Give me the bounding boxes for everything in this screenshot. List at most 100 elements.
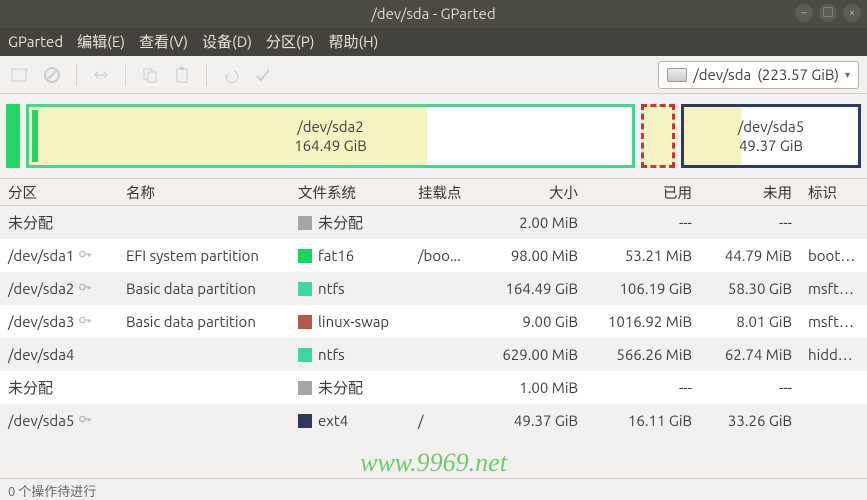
fs-type: ntfs bbox=[318, 280, 345, 297]
size-cell: 1.00 MiB bbox=[478, 379, 586, 396]
partition-name: /dev/sda4 bbox=[8, 346, 74, 363]
flags-cell: hidden, diag bbox=[800, 346, 867, 363]
disk-icon bbox=[667, 68, 687, 82]
device-selector[interactable]: /dev/sda (223.57 GiB) ▾ bbox=[658, 61, 859, 89]
fs-type: fat16 bbox=[318, 247, 354, 264]
fs-type: ntfs bbox=[318, 346, 345, 363]
col-name[interactable]: 名称 bbox=[118, 182, 290, 203]
col-unused[interactable]: 未用 bbox=[700, 182, 800, 203]
used-cell: 566.26 MiB bbox=[586, 346, 700, 363]
fs-color-swatch bbox=[298, 414, 312, 428]
graph-partition-swap[interactable] bbox=[641, 104, 675, 168]
unused-cell: --- bbox=[700, 379, 800, 396]
toolbar: + /dev/sda (223.57 GiB) ▾ bbox=[0, 56, 867, 94]
fs-color-swatch bbox=[298, 348, 312, 362]
used-cell: 1016.92 MiB bbox=[586, 313, 700, 330]
size-cell: 98.00 MiB bbox=[478, 247, 586, 264]
col-mount[interactable]: 挂载点 bbox=[410, 182, 478, 203]
window-title: /dev/sda - GParted bbox=[371, 5, 495, 22]
flags-cell: boot, esp bbox=[800, 247, 867, 264]
fs-color-swatch bbox=[298, 315, 312, 329]
mount-point: /boo... bbox=[410, 247, 478, 264]
graph-small-prefix[interactable] bbox=[6, 104, 20, 168]
lock-key-icon bbox=[78, 247, 92, 264]
fs-type: linux-swap bbox=[318, 313, 389, 330]
used-cell: 16.11 GiB bbox=[586, 412, 700, 429]
close-button[interactable]: × bbox=[843, 4, 861, 22]
resize-button[interactable] bbox=[89, 63, 113, 87]
size-cell: 49.37 GiB bbox=[478, 412, 586, 429]
table-header: 分区 名称 文件系统 挂载点 大小 已用 未用 标识 bbox=[0, 178, 867, 206]
table-row[interactable]: /dev/sda4ntfs629.00 MiB566.26 MiB62.74 M… bbox=[0, 338, 867, 371]
menu-partition[interactable]: 分区(P) bbox=[266, 28, 314, 56]
menu-help[interactable]: 帮助(H) bbox=[328, 28, 378, 56]
unused-cell: 44.79 MiB bbox=[700, 247, 800, 264]
col-flags[interactable]: 标识 bbox=[800, 182, 867, 203]
flags-cell: msftdata bbox=[800, 280, 867, 297]
size-cell: 9.00 GiB bbox=[478, 313, 586, 330]
graph-sda2-size: 164.49 GiB bbox=[294, 136, 367, 156]
table-row[interactable]: /dev/sda2Basic data partitionntfs164.49 … bbox=[0, 272, 867, 305]
table-row[interactable]: /dev/sda1 EFI system partition fat16/boo..… bbox=[0, 239, 867, 272]
graph-sda5-size: 49.37 GiB bbox=[738, 136, 804, 156]
graph-partition-sda2[interactable]: /dev/sda2 164.49 GiB bbox=[26, 104, 635, 168]
new-partition-button[interactable]: + bbox=[8, 63, 32, 87]
used-cell: --- bbox=[586, 379, 700, 396]
menubar: GParted 编辑(E) 查看(V) 设备(D) 分区(P) 帮助(H) bbox=[0, 28, 867, 56]
unused-cell: 33.26 GiB bbox=[700, 412, 800, 429]
mount-point: / bbox=[410, 412, 478, 429]
titlebar: /dev/sda - GParted – □ × bbox=[0, 0, 867, 28]
graph-partition-sda5[interactable]: /dev/sda5 49.37 GiB bbox=[681, 104, 861, 168]
col-fs[interactable]: 文件系统 bbox=[290, 182, 410, 203]
menu-device[interactable]: 设备(D) bbox=[202, 28, 252, 56]
menu-gparted[interactable]: GParted bbox=[8, 28, 63, 56]
fs-type: 未分配 bbox=[318, 212, 363, 233]
partition-name: /dev/sda1 bbox=[8, 247, 74, 264]
table-row[interactable]: /dev/sda5ext4/49.37 GiB16.11 GiB33.26 Gi… bbox=[0, 404, 867, 437]
partition-label: Basic data partition bbox=[118, 313, 290, 330]
svg-text:+: + bbox=[23, 66, 29, 76]
col-size[interactable]: 大小 bbox=[478, 182, 586, 203]
partition-name: /dev/sda2 bbox=[8, 280, 74, 297]
table-row[interactable]: 未分配未分配2.00 MiB------ bbox=[0, 206, 867, 239]
partition-label: EFI system partition bbox=[118, 247, 290, 264]
partition-label: Basic data partition bbox=[118, 280, 290, 297]
undo-button[interactable] bbox=[219, 63, 243, 87]
partition-name: /dev/sda5 bbox=[8, 412, 74, 429]
used-cell: 106.19 GiB bbox=[586, 280, 700, 297]
watermark-text: www.9969.net bbox=[0, 448, 867, 478]
maximize-button[interactable]: □ bbox=[819, 4, 837, 22]
size-cell: 2.00 MiB bbox=[478, 214, 586, 231]
flags-cell: msftdata bbox=[800, 313, 867, 330]
partition-name: /dev/sda3 bbox=[8, 313, 74, 330]
used-cell: 53.21 MiB bbox=[586, 247, 700, 264]
menu-edit[interactable]: 编辑(E) bbox=[77, 28, 125, 56]
fs-color-swatch bbox=[298, 282, 312, 296]
minimize-button[interactable]: – bbox=[795, 4, 813, 22]
fs-color-swatch bbox=[298, 216, 312, 230]
lock-key-icon bbox=[78, 280, 92, 297]
graph-sda2-label: /dev/sda2 bbox=[294, 117, 367, 137]
unused-cell: 58.30 GiB bbox=[700, 280, 800, 297]
col-used[interactable]: 已用 bbox=[586, 182, 700, 203]
size-cell: 629.00 MiB bbox=[478, 346, 586, 363]
menu-view[interactable]: 查看(V) bbox=[139, 28, 188, 56]
selected-device: /dev/sda bbox=[693, 66, 751, 83]
fs-type: 未分配 bbox=[318, 377, 363, 398]
statusbar: 0 个操作待进行 bbox=[0, 478, 867, 500]
copy-button[interactable] bbox=[138, 63, 162, 87]
selected-device-size: (223.57 GiB) bbox=[757, 66, 839, 83]
used-cell: --- bbox=[586, 214, 700, 231]
partition-name: 未分配 bbox=[8, 212, 53, 233]
partition-table: 未分配未分配2.00 MiB------/dev/sda1EFI system … bbox=[0, 206, 867, 437]
paste-button[interactable] bbox=[170, 63, 194, 87]
graph-sda5-label: /dev/sda5 bbox=[738, 117, 804, 137]
apply-button[interactable] bbox=[251, 63, 275, 87]
delete-button[interactable] bbox=[40, 63, 64, 87]
table-row[interactable]: /dev/sda3 Basic data partition linux-swap 9… bbox=[0, 305, 867, 338]
col-partition[interactable]: 分区 bbox=[0, 182, 118, 203]
table-row[interactable]: 未分配未分配1.00 MiB------ bbox=[0, 371, 867, 404]
lock-key-icon bbox=[78, 313, 92, 330]
partition-graph: /dev/sda2 164.49 GiB /dev/sda5 49.37 GiB bbox=[0, 94, 867, 178]
chevron-down-icon: ▾ bbox=[845, 69, 850, 81]
